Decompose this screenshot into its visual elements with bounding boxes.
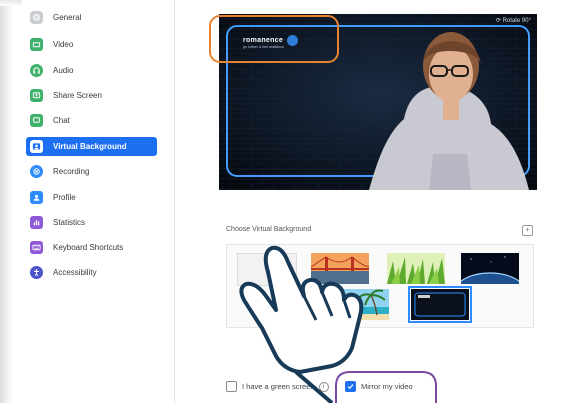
- rotate-icon: ⟳: [495, 18, 501, 24]
- video-preview: romanence go further & feel ambitious ⟳ …: [219, 14, 537, 190]
- profile-icon: [30, 191, 43, 204]
- sidebar-item-general[interactable]: General: [26, 8, 157, 27]
- chat-bubble-icon: [30, 114, 43, 127]
- sidebar-item-label: General: [53, 13, 82, 22]
- record-icon: [30, 165, 43, 178]
- sidebar-item-label: Statistics: [53, 218, 86, 227]
- sidebar-item-label: Accessibility: [53, 268, 97, 277]
- logo-text: romanence: [243, 36, 284, 44]
- sidebar-item-chat[interactable]: Chat: [26, 111, 157, 130]
- thumbnail-green-grass[interactable]: [387, 253, 445, 284]
- virtual-background-icon: [30, 140, 43, 153]
- video-camera-icon: [30, 38, 43, 51]
- green-screen-option[interactable]: I have a green screen i: [226, 381, 329, 392]
- sidebar-item-statistics[interactable]: Statistics: [26, 213, 157, 232]
- logo-mark-icon: [287, 34, 299, 46]
- sidebar-item-profile[interactable]: Profile: [26, 188, 157, 207]
- rotate-button[interactable]: ⟳ Rotate 90°: [496, 17, 531, 24]
- rotate-label: Rotate 90°: [502, 18, 531, 24]
- background-gallery: [226, 244, 534, 328]
- earth-image: [461, 253, 519, 284]
- mirror-video-checkbox[interactable]: [345, 381, 356, 392]
- sidebar-item-label: Share Screen: [53, 91, 102, 100]
- sidebar-item-audio[interactable]: Audio: [26, 61, 157, 80]
- green-screen-label: I have a green screen: [242, 382, 315, 391]
- mirror-video-option[interactable]: Mirror my video: [345, 381, 413, 392]
- sidebar-item-label: Profile: [53, 193, 76, 202]
- sidebar-item-label: Recording: [53, 167, 90, 176]
- thumbnail-earth-from-space[interactable]: [461, 253, 519, 284]
- neon-frame-image: [411, 289, 469, 320]
- sidebar-item-label: Audio: [53, 66, 74, 75]
- golden-gate-image: [311, 253, 369, 284]
- thumbnail-beach-palm[interactable]: [331, 289, 389, 320]
- virtual-background-panel: romanence go further & feel ambitious ⟳ …: [175, 0, 565, 403]
- gear-icon: [30, 11, 43, 24]
- accessibility-icon: [30, 266, 43, 279]
- share-screen-icon: [30, 89, 43, 102]
- thumbnail-golden-gate-bridge[interactable]: [311, 253, 369, 284]
- sidebar-item-share-screen[interactable]: Share Screen: [26, 86, 157, 105]
- headphones-icon: [30, 64, 43, 77]
- checkmark-icon: [347, 384, 354, 390]
- sidebar-item-label: Chat: [53, 116, 70, 125]
- sidebar-item-label: Virtual Background: [53, 142, 127, 151]
- info-icon[interactable]: i: [318, 381, 329, 392]
- sidebar-item-label: Video: [53, 40, 74, 49]
- green-screen-checkbox[interactable]: [226, 381, 237, 392]
- grass-image: [387, 253, 445, 284]
- sidebar-item-accessibility[interactable]: Accessibility: [26, 263, 157, 282]
- sidebar-item-recording[interactable]: Recording: [26, 162, 157, 181]
- beach-image: [331, 289, 389, 320]
- add-plus-icon: +: [525, 227, 530, 234]
- add-background-button[interactable]: +: [522, 225, 533, 236]
- sidebar-item-label: Keyboard Shortcuts: [53, 243, 124, 252]
- sidebar-item-video[interactable]: Video: [26, 35, 157, 54]
- settings-sidebar: General Video Audio Share Screen Chat Vi…: [22, 0, 175, 403]
- logo-tagline: go further & feel ambitious: [243, 45, 284, 49]
- thumbnail-none[interactable]: [237, 253, 297, 286]
- keyboard-icon: [30, 241, 43, 254]
- statistics-icon: [30, 216, 43, 229]
- mirror-video-label: Mirror my video: [361, 382, 413, 391]
- sidebar-item-virtual-background[interactable]: Virtual Background: [26, 137, 157, 156]
- choose-background-label: Choose Virtual Background: [226, 226, 312, 233]
- thumbnail-custom-neon-frame[interactable]: [408, 286, 472, 323]
- window-shadow: [0, 0, 14, 403]
- sidebar-item-keyboard-shortcuts[interactable]: Keyboard Shortcuts: [26, 238, 157, 257]
